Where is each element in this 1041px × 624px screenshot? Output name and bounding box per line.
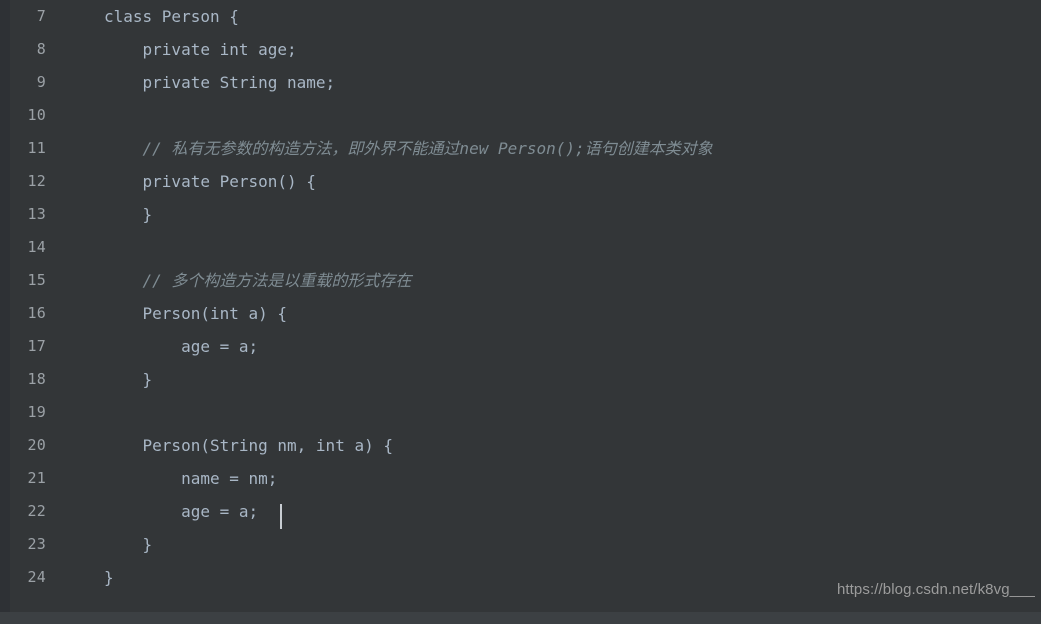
line-number: 15 bbox=[27, 271, 46, 289]
line-number: 8 bbox=[36, 40, 46, 58]
watermark-url: https://blog.csdn.net/k8vg___ bbox=[836, 581, 1035, 598]
code-line[interactable]: 10 bbox=[10, 99, 1041, 132]
code-line[interactable]: 22 age = a; bbox=[10, 495, 1041, 528]
line-content-comment[interactable]: // 多个构造方法是以重载的形式存在 bbox=[104, 264, 412, 297]
line-content[interactable]: age = a; bbox=[104, 495, 258, 528]
line-number: 20 bbox=[27, 436, 46, 454]
line-content[interactable]: Person(int a) { bbox=[104, 297, 288, 330]
line-content[interactable]: private Person() { bbox=[104, 165, 316, 198]
editor-marker-gutter[interactable] bbox=[0, 0, 10, 612]
code-line[interactable]: 15 // 多个构造方法是以重载的形式存在 bbox=[10, 264, 1041, 297]
line-number: 7 bbox=[36, 7, 46, 25]
line-content[interactable]: } bbox=[104, 198, 153, 231]
line-number: 9 bbox=[36, 73, 46, 91]
line-number: 16 bbox=[27, 304, 46, 322]
line-content[interactable]: name = nm; bbox=[104, 462, 277, 495]
line-number: 10 bbox=[27, 106, 46, 124]
code-line[interactable]: 8 private int age; bbox=[10, 33, 1041, 66]
line-number: 13 bbox=[27, 205, 46, 223]
line-number: 18 bbox=[27, 370, 46, 388]
line-number: 11 bbox=[27, 139, 46, 157]
code-line[interactable]: 14 bbox=[10, 231, 1041, 264]
text-caret bbox=[280, 504, 282, 529]
code-line[interactable]: 19 bbox=[10, 396, 1041, 429]
code-editor-window: 7 class Person { 8 private int age; 9 pr… bbox=[0, 0, 1041, 624]
line-number: 21 bbox=[27, 469, 46, 487]
code-text-area[interactable]: 7 class Person { 8 private int age; 9 pr… bbox=[10, 0, 1041, 612]
line-content[interactable]: age = a; bbox=[104, 330, 258, 363]
code-line[interactable]: 9 private String name; bbox=[10, 66, 1041, 99]
line-content[interactable]: Person(String nm, int a) { bbox=[104, 429, 393, 462]
line-number: 14 bbox=[27, 238, 46, 256]
code-line[interactable]: 20 Person(String nm, int a) { bbox=[10, 429, 1041, 462]
code-line[interactable]: 18 } bbox=[10, 363, 1041, 396]
code-line[interactable]: 7 class Person { bbox=[10, 0, 1041, 33]
line-content-comment[interactable]: // 私有无参数的构造方法，即外界不能通过new Person();语句创建本类… bbox=[104, 132, 713, 165]
line-number: 19 bbox=[27, 403, 46, 421]
line-number: 22 bbox=[27, 502, 46, 520]
line-content[interactable]: } bbox=[104, 528, 153, 561]
line-content[interactable]: } bbox=[104, 561, 114, 594]
line-content[interactable]: } bbox=[104, 363, 153, 396]
line-number: 24 bbox=[27, 568, 46, 586]
code-line[interactable]: 17 age = a; bbox=[10, 330, 1041, 363]
editor-bottom-bar bbox=[0, 612, 1041, 624]
code-line[interactable]: 21 name = nm; bbox=[10, 462, 1041, 495]
code-line[interactable]: 11 // 私有无参数的构造方法，即外界不能通过new Person();语句创… bbox=[10, 132, 1041, 165]
line-number: 12 bbox=[27, 172, 46, 190]
line-content[interactable]: private String name; bbox=[104, 66, 336, 99]
line-number: 23 bbox=[27, 535, 46, 553]
code-line[interactable]: 23 } bbox=[10, 528, 1041, 561]
line-content[interactable]: class Person { bbox=[104, 0, 239, 33]
code-line[interactable]: 12 private Person() { bbox=[10, 165, 1041, 198]
line-content[interactable]: private int age; bbox=[104, 33, 297, 66]
line-number: 17 bbox=[27, 337, 46, 355]
code-line[interactable]: 13 } bbox=[10, 198, 1041, 231]
code-line[interactable]: 16 Person(int a) { bbox=[10, 297, 1041, 330]
